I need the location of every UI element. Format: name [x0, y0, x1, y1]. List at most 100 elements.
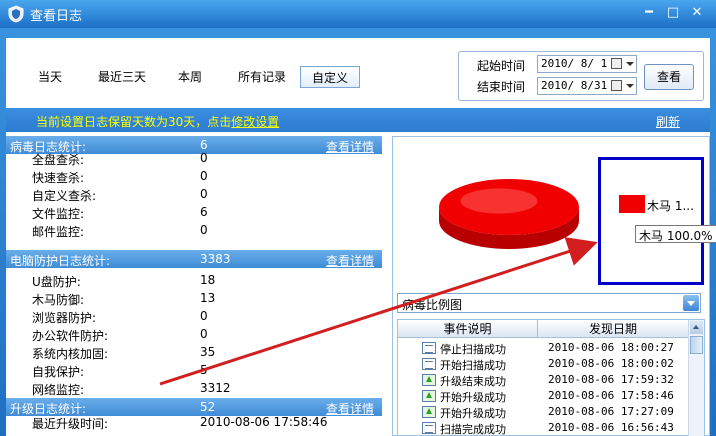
end-date-picker[interactable]: 2010/ 8/31	[537, 77, 637, 95]
event-row[interactable]: 扫描完成成功 2010-08-06 16:56:43	[398, 420, 688, 436]
stat-label: 文件监控:	[32, 207, 85, 221]
legend-swatch	[619, 195, 645, 213]
event-row[interactable]: 开始升级成功 2010-08-06 17:58:46	[398, 388, 688, 404]
upgrade-log-section-header: 升级日志统计: 52 查看详情	[6, 398, 382, 416]
event-row[interactable]: 开始升级成功 2010-08-06 17:27:09	[398, 404, 688, 420]
stat-label: 浏览器防护:	[32, 311, 97, 325]
view-details-link[interactable]: 查看详情	[326, 400, 374, 417]
calendar-icon[interactable]	[611, 58, 622, 69]
filter-bar: 当天 最近三天 本周 所有记录 自定义 起始时间 2010/ 8/ 1 结束时间…	[6, 38, 710, 108]
calendar-icon[interactable]	[611, 80, 622, 91]
stat-value: 18	[200, 273, 216, 287]
stat-value: 0	[200, 169, 208, 183]
tab-today[interactable]: 当天	[30, 66, 70, 88]
upgrade-icon	[422, 374, 436, 386]
stat-value: 13	[200, 291, 216, 305]
upgrade-icon	[422, 390, 436, 402]
stat-label: 自定义查杀:	[32, 189, 97, 203]
stat-value: 0	[200, 327, 208, 341]
section-count: 52	[200, 400, 216, 414]
event-table: 事件说明 发现日期 停止扫描成功 2010-08-06 18:00:27 开始扫描成…	[397, 319, 705, 436]
event-row[interactable]: 升级结束成功 2010-08-06 17:59:32	[398, 372, 688, 388]
column-header-event[interactable]: 事件说明	[398, 320, 538, 338]
start-time-label: 起始时间	[477, 59, 526, 73]
stat-value: 35	[200, 345, 216, 359]
scroll-up-icon[interactable]	[690, 321, 703, 334]
chevron-down-icon[interactable]	[626, 84, 634, 88]
event-table-header: 事件说明 发现日期	[398, 320, 688, 338]
tab-last-three-days[interactable]: 最近三天	[90, 66, 154, 88]
notice-text: 当前设置日志保留天数为30天，点击修改设置	[36, 113, 279, 130]
chart-tooltip: 木马 100.0%	[635, 225, 716, 243]
tab-this-week[interactable]: 本周	[170, 66, 210, 88]
event-name: 扫描完成成功	[440, 423, 506, 436]
upgrade-icon	[422, 406, 436, 418]
pie-slice-木马[interactable]	[439, 179, 579, 249]
event-row[interactable]: 停止扫描成功 2010-08-06 18:00:27	[398, 340, 688, 356]
chart-type-value: 病毒比例图	[402, 298, 463, 312]
chart-type-select[interactable]: 病毒比例图	[397, 293, 701, 313]
section-count: 3383	[200, 252, 231, 266]
stat-label: 最近升级时间:	[32, 417, 109, 431]
view-button[interactable]: 查看	[644, 64, 694, 90]
stat-label: 快速查杀:	[32, 171, 85, 185]
start-date-value: 2010/ 8/ 1	[541, 57, 608, 70]
event-name: 升级结束成功	[440, 375, 506, 388]
title-bar[interactable]: 查看日志 ━ □ ✕	[0, 0, 716, 28]
event-date: 2010-08-06 17:58:46	[548, 389, 674, 402]
modify-settings-link[interactable]: 修改设置	[231, 115, 279, 129]
event-date: 2010-08-06 18:00:27	[548, 341, 674, 354]
event-date: 2010-08-06 18:00:02	[548, 357, 674, 370]
event-name: 停止扫描成功	[440, 343, 506, 356]
chart-panel: 木马 1... 木马 100.0% 病毒比例图 事件说明 发现日期 停止扫描成功…	[392, 136, 716, 436]
maximize-icon[interactable]: □	[664, 5, 682, 21]
vertical-scrollbar[interactable]	[688, 320, 704, 436]
pie-chart: 木马 1... 木马 100.0%	[393, 137, 716, 293]
shield-icon	[8, 5, 24, 23]
view-details-link[interactable]: 查看详情	[326, 138, 374, 155]
column-header-date[interactable]: 发现日期	[538, 320, 688, 338]
start-date-picker[interactable]: 2010/ 8/ 1	[537, 55, 637, 73]
stat-value: 0	[200, 223, 208, 237]
view-details-link[interactable]: 查看详情	[326, 252, 374, 269]
stat-label: 邮件监控:	[32, 225, 85, 239]
retention-message: 当前设置日志保留天数为30天，点击	[36, 115, 232, 129]
stat-value: 6	[200, 205, 208, 219]
event-date: 2010-08-06 17:27:09	[548, 405, 674, 418]
stat-value: 0	[200, 151, 208, 165]
event-date: 2010-08-06 16:56:43	[548, 421, 674, 434]
event-name: 开始扫描成功	[440, 359, 506, 372]
tab-all-records[interactable]: 所有记录	[230, 66, 294, 88]
chevron-down-icon[interactable]	[626, 62, 634, 66]
stat-value: 0	[200, 309, 208, 323]
stat-value: 3312	[200, 381, 231, 395]
statistics-panel: 病毒日志统计: 6 查看详情 全盘查杀: 0 快速查杀: 0 自定义查杀: 0 文件监…	[6, 136, 382, 436]
stat-value: 0	[200, 187, 208, 201]
end-time-label: 结束时间	[477, 80, 526, 94]
event-row[interactable]: 开始扫描成功 2010-08-06 18:00:02	[398, 356, 688, 372]
document-icon	[422, 358, 436, 370]
chevron-down-icon[interactable]	[683, 295, 699, 311]
document-icon	[422, 422, 436, 434]
minimize-icon[interactable]: ━	[640, 5, 658, 21]
section-title: 电脑防护日志统计:	[10, 254, 111, 268]
stat-label: 系统内核加固:	[32, 347, 109, 361]
stat-label: U盘防护:	[32, 275, 81, 289]
scroll-thumb[interactable]	[690, 336, 703, 354]
notice-bar: 当前设置日志保留天数为30天，点击修改设置 刷新	[6, 108, 710, 132]
stat-value: 5	[200, 363, 208, 377]
document-icon	[422, 342, 436, 354]
stat-label: 木马防御:	[32, 293, 85, 307]
close-icon[interactable]: ✕	[688, 5, 706, 21]
refresh-link[interactable]: 刷新	[656, 113, 680, 130]
event-name: 开始升级成功	[440, 407, 506, 420]
stat-label: 全盘查杀:	[32, 153, 85, 167]
section-count: 6	[200, 138, 208, 152]
legend-label: 木马 1...	[647, 199, 694, 213]
log-viewer-window: 查看日志 ━ □ ✕ 当天 最近三天 本周 所有记录 自定义 起始时间 2010…	[0, 0, 716, 436]
end-date-value: 2010/ 8/31	[541, 79, 608, 92]
tab-custom[interactable]: 自定义	[300, 66, 360, 88]
event-name: 开始升级成功	[440, 391, 506, 404]
window-title: 查看日志	[30, 9, 83, 24]
legend-highlight-box: 木马 1...	[598, 157, 704, 285]
